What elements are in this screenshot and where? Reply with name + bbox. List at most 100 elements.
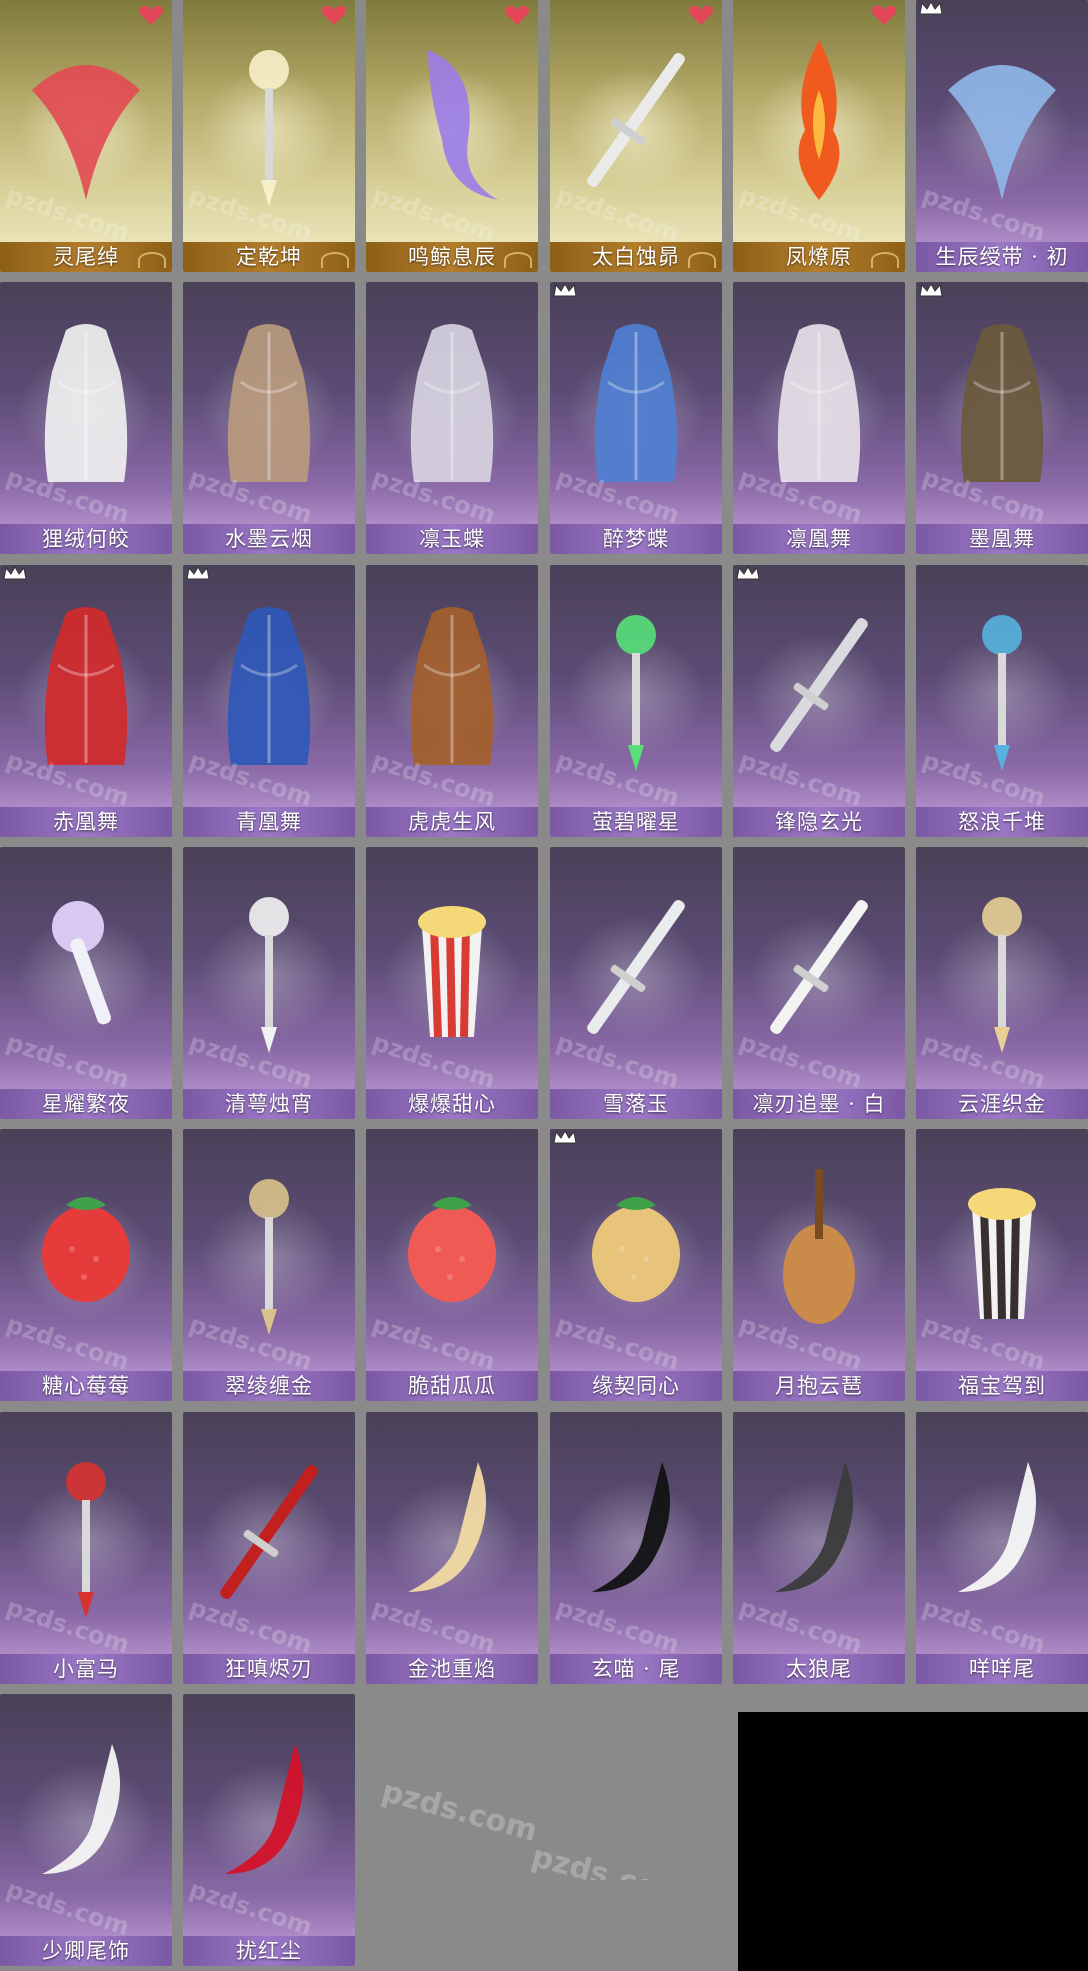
item-card[interactable]: pzds.com 水墨云烟 — [183, 282, 355, 554]
item-card[interactable]: pzds.com 墨凰舞 — [916, 282, 1088, 554]
item-name: 翠绫缠金 — [183, 1371, 355, 1401]
favorite-heart-icon[interactable] — [138, 4, 164, 26]
item-card[interactable]: pzds.com 糖心莓莓 — [0, 1129, 172, 1401]
item-card[interactable]: pzds.com 狂嗔烬刃 — [183, 1412, 355, 1684]
item-name: 清萼烛宵 — [183, 1089, 355, 1119]
purple-whale-icon — [388, 30, 516, 210]
item-card[interactable]: pzds.com 赤凰舞 — [0, 565, 172, 837]
flame-spear-icon — [205, 1442, 333, 1622]
heart-pendant-icon — [572, 1159, 700, 1339]
item-name: 扰红尘 — [183, 1936, 355, 1966]
item-card[interactable]: pzds.com 太狼尾 — [733, 1412, 905, 1684]
item-card[interactable]: pzds.com 狸绒何皎 — [0, 282, 172, 554]
item-name: 锋隐玄光 — [733, 807, 905, 837]
item-name: 赤凰舞 — [0, 807, 172, 837]
item-card[interactable]: pzds.com 脆甜瓜瓜 — [366, 1129, 538, 1401]
item-card[interactable]: pzds.com 月抱云琶 — [733, 1129, 905, 1401]
item-card[interactable]: pzds.com 咩咩尾 — [916, 1412, 1088, 1684]
watermelon-icon — [388, 1159, 516, 1339]
item-name: 狸绒何皎 — [0, 524, 172, 554]
item-card[interactable]: pzds.com 小富马 — [0, 1412, 172, 1684]
item-name: 金池重焰 — [366, 1654, 538, 1684]
item-name: 醉梦蝶 — [550, 524, 722, 554]
crown-icon — [735, 565, 761, 581]
item-card[interactable]: pzds.com 凛凰舞 — [733, 282, 905, 554]
item-name: 生辰绶带 · 初 — [916, 242, 1088, 272]
black-block — [738, 1712, 1088, 1971]
crown-icon — [2, 565, 28, 581]
ornate-staff-icon — [938, 595, 1066, 775]
tassel-charm-icon — [938, 877, 1066, 1057]
item-grid: pzds.com 灵尾绰 pzds.com 定乾坤 pzds.com 鸣鲸息辰 pzds… — [0, 0, 1088, 1971]
item-name: 咩咩尾 — [916, 1654, 1088, 1684]
favorite-heart-icon[interactable] — [321, 4, 347, 26]
item-name: 星耀繁夜 — [0, 1089, 172, 1119]
item-card[interactable]: pzds.com 萤碧曜星 — [550, 565, 722, 837]
item-card[interactable]: pzds.com 少卿尾饰 — [0, 1694, 172, 1966]
crown-icon — [552, 282, 578, 298]
empty-area-watermark: pzds.com pzds.com — [378, 1774, 691, 1880]
item-card[interactable]: pzds.com 凤燎原 — [733, 0, 905, 272]
item-name: 萤碧曜星 — [550, 807, 722, 837]
star-wand-icon — [572, 595, 700, 775]
red-ribbon-icon — [22, 30, 150, 210]
item-card[interactable]: pzds.com 虎虎生风 — [366, 565, 538, 837]
azure-robe-icon — [205, 595, 333, 775]
favorite-heart-icon[interactable] — [688, 4, 714, 26]
item-name: 怒浪千堆 — [916, 807, 1088, 837]
favorite-heart-icon[interactable] — [504, 4, 530, 26]
item-card[interactable]: pzds.com 云涯织金 — [916, 847, 1088, 1119]
item-name: 凛凰舞 — [733, 524, 905, 554]
item-card[interactable]: pzds.com 玄喵 · 尾 — [550, 1412, 722, 1684]
item-name: 太狼尾 — [733, 1654, 905, 1684]
item-name: 灵尾绰 — [0, 242, 172, 272]
white-long-tail-icon — [22, 1724, 150, 1904]
white-sword-icon — [755, 877, 883, 1057]
item-card[interactable]: pzds.com 星耀繁夜 — [0, 847, 172, 1119]
favorite-heart-icon[interactable] — [871, 4, 897, 26]
item-name: 鸣鲸息辰 — [366, 242, 538, 272]
item-card[interactable]: pzds.com 灵尾绰 — [0, 0, 172, 272]
item-name: 太白蚀昴 — [550, 242, 722, 272]
item-card[interactable]: pzds.com 锋隐玄光 — [733, 565, 905, 837]
item-name: 虎虎生风 — [366, 807, 538, 837]
ink-robe-icon — [205, 312, 333, 492]
item-card[interactable]: pzds.com 定乾坤 — [183, 0, 355, 272]
item-name: 脆甜瓜瓜 — [366, 1371, 538, 1401]
item-name: 月抱云琶 — [733, 1371, 905, 1401]
svg-text:pzds.com: pzds.com — [378, 1774, 541, 1849]
item-name: 墨凰舞 — [916, 524, 1088, 554]
golden-tail-icon — [388, 1442, 516, 1622]
item-card[interactable]: pzds.com 生辰绶带 · 初 — [916, 0, 1088, 272]
item-card[interactable]: pzds.com 青凰舞 — [183, 565, 355, 837]
jade-flute-icon — [572, 877, 700, 1057]
item-card[interactable]: pzds.com 怒浪千堆 — [916, 565, 1088, 837]
item-card[interactable]: pzds.com 醉梦蝶 — [550, 282, 722, 554]
white-hair-icon — [22, 312, 150, 492]
item-card[interactable]: pzds.com 凛刃追墨 · 白 — [733, 847, 905, 1119]
item-card[interactable]: pzds.com 凛玉蝶 — [366, 282, 538, 554]
horse-charm-icon — [22, 1442, 150, 1622]
item-card[interactable]: pzds.com 爆爆甜心 — [366, 847, 538, 1119]
blue-sash-icon — [938, 30, 1066, 210]
item-name: 小富马 — [0, 1654, 172, 1684]
tiger-suit-icon — [388, 595, 516, 775]
item-card[interactable]: pzds.com 鸣鲸息辰 — [366, 0, 538, 272]
item-card[interactable]: pzds.com 翠绫缠金 — [183, 1129, 355, 1401]
item-card[interactable]: pzds.com 雪落玉 — [550, 847, 722, 1119]
item-card[interactable]: pzds.com 福宝驾到 — [916, 1129, 1088, 1401]
item-card[interactable]: pzds.com 清萼烛宵 — [183, 847, 355, 1119]
pipa-icon — [755, 1159, 883, 1339]
item-card[interactable]: pzds.com 扰红尘 — [183, 1694, 355, 1966]
item-name: 缘契同心 — [550, 1371, 722, 1401]
red-robe-icon — [22, 595, 150, 775]
item-card[interactable]: pzds.com 金池重焰 — [366, 1412, 538, 1684]
item-name: 雪落玉 — [550, 1089, 722, 1119]
item-card[interactable]: pzds.com 缘契同心 — [550, 1129, 722, 1401]
item-name: 爆爆甜心 — [366, 1089, 538, 1119]
item-name: 少卿尾饰 — [0, 1936, 172, 1966]
gift-box-icon — [938, 1159, 1066, 1339]
item-name: 水墨云烟 — [183, 524, 355, 554]
item-card[interactable]: pzds.com 太白蚀昴 — [550, 0, 722, 272]
item-name: 福宝驾到 — [916, 1371, 1088, 1401]
